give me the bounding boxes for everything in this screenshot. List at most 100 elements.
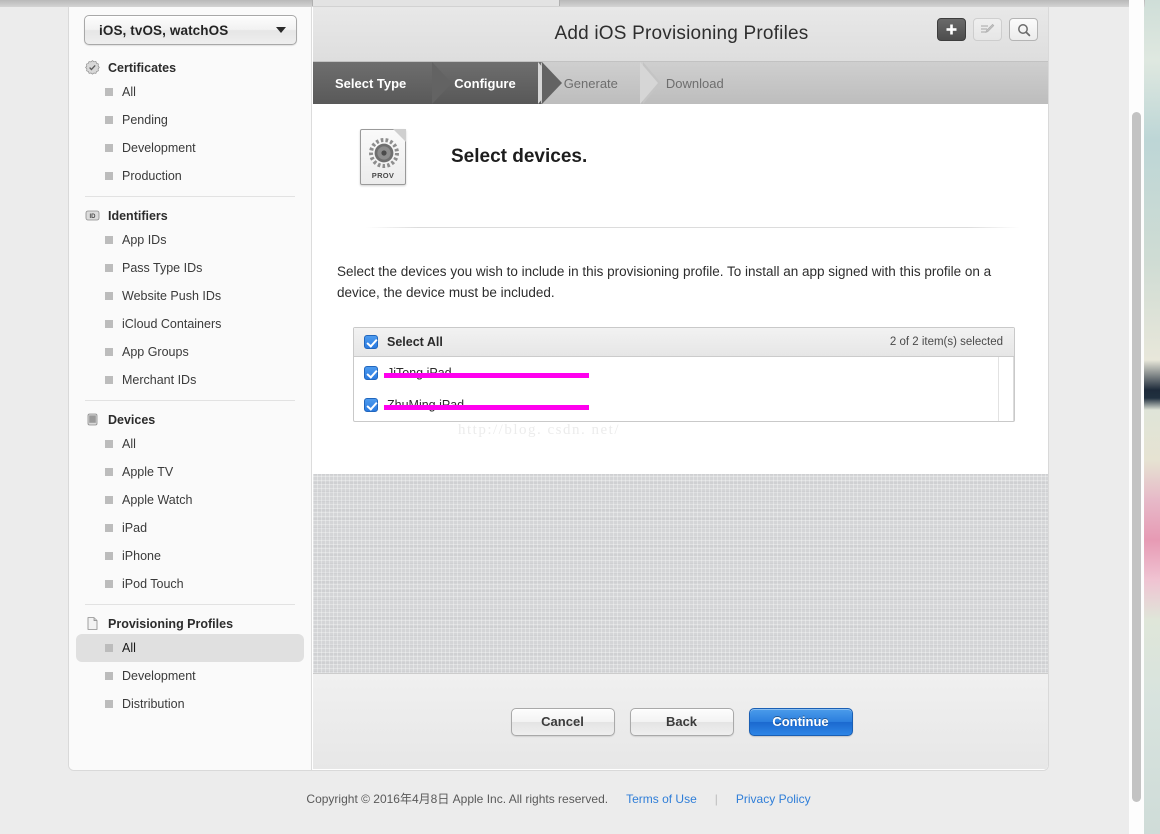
table-row[interactable]: ZhuMing iPad: [354, 389, 1013, 421]
sidebar-section-identifiers: ID Identifiers App IDs Pass Type IDs Web…: [69, 205, 311, 394]
page-title: Add iOS Provisioning Profiles: [554, 23, 809, 44]
sidebar-item-apple-tv[interactable]: Apple TV: [76, 458, 304, 486]
step-breadcrumb: Select Type Configure Generate Download: [313, 62, 1048, 104]
svg-text:ID: ID: [90, 214, 97, 220]
copyright-text: Copyright © 2016年4月8日 Apple Inc. All rig…: [306, 792, 609, 806]
sidebar-header-identifiers[interactable]: ID Identifiers: [69, 205, 311, 226]
step-download[interactable]: Download: [639, 62, 750, 104]
continue-button-label: Continue: [772, 714, 829, 729]
sidebar-item-label: Merchant IDs: [122, 373, 197, 387]
sidebar-item-label: iPhone: [122, 549, 161, 563]
sidebar-item-profiles-all[interactable]: All: [76, 634, 304, 662]
terms-of-use-link[interactable]: Terms of Use: [626, 792, 697, 806]
sidebar-divider: [85, 400, 295, 401]
sidebar-item-label: App Groups: [122, 345, 189, 359]
back-button[interactable]: Back: [629, 707, 734, 736]
sidebar-item-apple-watch[interactable]: Apple Watch: [76, 486, 304, 514]
sidebar-item-ipad[interactable]: iPad: [76, 514, 304, 542]
sidebar-item-label: All: [122, 85, 136, 99]
sidebar-item-label: Production: [122, 169, 182, 183]
step-select-type[interactable]: Select Type: [313, 62, 453, 104]
device-checkbox[interactable]: [364, 398, 378, 412]
sidebar-item-label: iPod Touch: [122, 577, 184, 591]
sidebar-divider: [85, 604, 295, 605]
gear-icon: [368, 137, 400, 174]
device-icon: [85, 412, 100, 427]
select-all-checkbox[interactable]: [364, 335, 378, 349]
bullet-icon: [105, 496, 113, 504]
privacy-policy-link[interactable]: Privacy Policy: [736, 792, 811, 806]
sidebar-item-label: All: [122, 641, 136, 655]
watermark: http://blog. csdn. net/: [458, 422, 620, 438]
bullet-icon: [105, 116, 113, 124]
bullet-icon: [105, 580, 113, 588]
device-table-scrollbar[interactable]: [998, 357, 1013, 421]
sidebar-header-label: Certificates: [108, 60, 177, 75]
bullet-icon: [105, 468, 113, 476]
sidebar-item-label: App IDs: [122, 233, 167, 247]
sidebar-item-ipod-touch[interactable]: iPod Touch: [76, 570, 304, 598]
sidebar-item-certificates-production[interactable]: Production: [76, 162, 304, 190]
sidebar-item-label: Distribution: [122, 697, 185, 711]
bullet-icon: [105, 144, 113, 152]
sidebar-item-profiles-distribution[interactable]: Distribution: [76, 690, 304, 718]
footer: Copyright © 2016年4月8日 Apple Inc. All rig…: [68, 790, 1049, 807]
page-card: iOS, tvOS, watchOS Certificates All Pend…: [68, 7, 1049, 771]
sidebar-item-profiles-development[interactable]: Development: [76, 662, 304, 690]
sidebar-item-pass-type-ids[interactable]: Pass Type IDs: [76, 254, 304, 282]
device-table: Select All 2 of 2 item(s) selected JiTon…: [353, 327, 1015, 422]
redaction-bar: [384, 405, 589, 410]
sidebar-item-merchant-ids[interactable]: Merchant IDs: [76, 366, 304, 394]
sidebar-item-label: Apple Watch: [122, 493, 193, 507]
sidebar-item-label: Apple TV: [122, 465, 174, 479]
plus-icon: [945, 23, 958, 36]
device-checkbox[interactable]: [364, 366, 378, 380]
search-button[interactable]: [1009, 18, 1038, 41]
sidebar-header-provisioning-profiles[interactable]: Provisioning Profiles: [69, 613, 311, 634]
sidebar-item-label: All: [122, 437, 136, 451]
bullet-icon: [105, 440, 113, 448]
browser-tab[interactable]: [312, 0, 560, 6]
section-description: Select the devices you wish to include i…: [337, 264, 992, 300]
section-title-row: PROV Select devices.: [354, 126, 1010, 188]
bullet-icon: [105, 172, 113, 180]
page-scrollbar[interactable]: [1129, 0, 1144, 834]
sidebar-header-devices[interactable]: Devices: [69, 409, 311, 430]
sidebar-divider: [85, 196, 295, 197]
sidebar-item-certificates-all[interactable]: All: [76, 78, 304, 106]
sidebar-item-label: iCloud Containers: [122, 317, 222, 331]
device-table-header: Select All 2 of 2 item(s) selected: [354, 328, 1014, 357]
sidebar: iOS, tvOS, watchOS Certificates All Pend…: [69, 7, 312, 770]
sidebar-item-app-groups[interactable]: App Groups: [76, 338, 304, 366]
sidebar-item-iphone[interactable]: iPhone: [76, 542, 304, 570]
sidebar-item-certificates-development[interactable]: Development: [76, 134, 304, 162]
browser-chrome-strip: [0, 0, 1145, 7]
sidebar-item-app-ids[interactable]: App IDs: [76, 226, 304, 254]
add-button[interactable]: [937, 18, 966, 41]
table-row[interactable]: JiTong iPad: [354, 357, 1013, 389]
sidebar-header-label: Identifiers: [108, 208, 168, 223]
bullet-icon: [105, 292, 113, 300]
sidebar-item-devices-all[interactable]: All: [76, 430, 304, 458]
step-label: Select Type: [335, 75, 407, 91]
edit-button[interactable]: [973, 18, 1002, 41]
bullet-icon: [105, 672, 113, 680]
sidebar-item-certificates-pending[interactable]: Pending: [76, 106, 304, 134]
select-all-label: Select All: [387, 335, 443, 349]
sidebar-item-label: Pass Type IDs: [122, 261, 203, 275]
linen-filler: [313, 474, 1048, 673]
step-label: Configure: [454, 75, 516, 91]
continue-button[interactable]: Continue: [748, 707, 853, 736]
cancel-button[interactable]: Cancel: [510, 707, 615, 736]
sidebar-nav: Certificates All Pending Development Pro…: [69, 45, 311, 718]
sidebar-item-website-push-ids[interactable]: Website Push IDs: [76, 282, 304, 310]
back-button-label: Back: [665, 714, 698, 729]
sdk-platform-select[interactable]: iOS, tvOS, watchOS: [84, 15, 297, 45]
sidebar-header-certificates[interactable]: Certificates: [69, 57, 311, 78]
sidebar-item-label: Development: [122, 141, 196, 155]
page-scrollbar-thumb[interactable]: [1132, 112, 1141, 802]
document-icon: [85, 616, 100, 631]
bullet-icon: [105, 700, 113, 708]
sidebar-header-label: Devices: [108, 412, 156, 427]
sidebar-item-icloud-containers[interactable]: iCloud Containers: [76, 310, 304, 338]
